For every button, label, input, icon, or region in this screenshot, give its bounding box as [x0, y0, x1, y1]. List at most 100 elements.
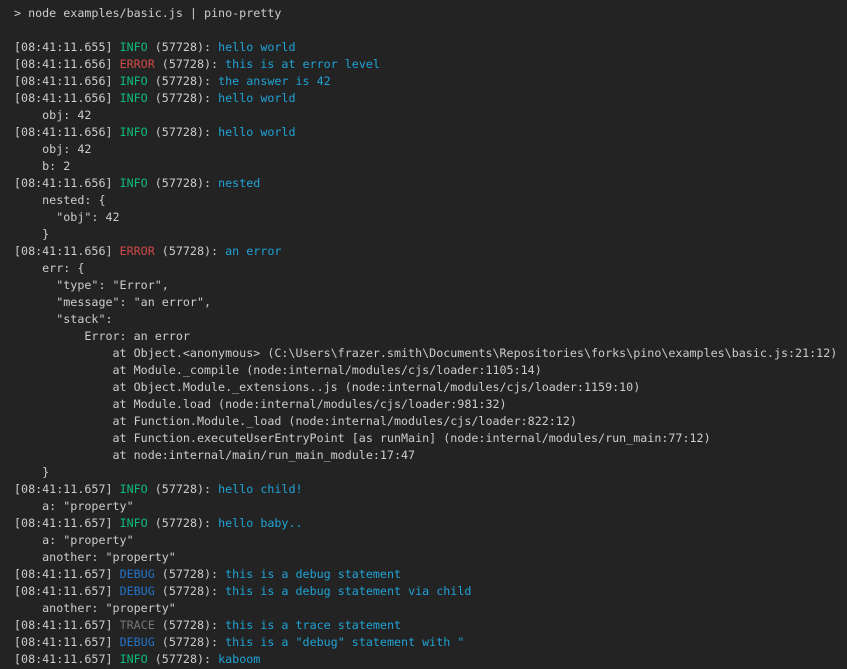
- log-line: [08:41:11.656] INFO (57728): hello world: [14, 124, 847, 141]
- log-line: at Object.<anonymous> (C:\Users\frazer.s…: [14, 345, 847, 362]
- log-line: at Object.Module._extensions..js (node:i…: [14, 379, 847, 396]
- log-line: [08:41:11.657] TRACE (57728): this is a …: [14, 617, 847, 634]
- log-line: [08:41:11.657] INFO (57728): kaboom: [14, 651, 847, 668]
- log-line: a: "property": [14, 498, 847, 515]
- log-line: at Function.executeUserEntryPoint [as ru…: [14, 430, 847, 447]
- log-line: [08:41:11.656] INFO (57728): the answer …: [14, 73, 847, 90]
- stack-line: at Object.Module._extensions..js (node:i…: [14, 380, 640, 394]
- log-level: ERROR: [120, 57, 155, 71]
- timestamp: [08:41:11.656]: [14, 125, 120, 139]
- log-level: INFO: [120, 125, 148, 139]
- pid: (57728):: [155, 618, 225, 632]
- message: this is at error level: [225, 57, 380, 71]
- log-property: another: "property": [14, 550, 176, 564]
- stack-line: at Function.executeUserEntryPoint [as ru…: [14, 431, 711, 445]
- timestamp: [08:41:11.657]: [14, 635, 120, 649]
- message: hello baby..: [218, 516, 302, 530]
- log-property: a: "property": [14, 499, 134, 513]
- log-level: INFO: [120, 652, 148, 666]
- pid: (57728):: [155, 635, 225, 649]
- log-property: err: {: [14, 261, 84, 275]
- pid: (57728):: [148, 482, 218, 496]
- pid: (57728):: [155, 57, 225, 71]
- pid: (57728):: [148, 91, 218, 105]
- log-line: }: [14, 464, 847, 481]
- log-property: "obj": 42: [14, 210, 120, 224]
- stack-line: at Function.Module._load (node:internal/…: [14, 414, 577, 428]
- log-line: Error: an error: [14, 328, 847, 345]
- timestamp: [08:41:11.656]: [14, 74, 120, 88]
- log-level: INFO: [120, 176, 148, 190]
- message: this is a "debug" statement with ": [225, 635, 464, 649]
- pid: (57728):: [148, 652, 218, 666]
- pid: (57728):: [148, 125, 218, 139]
- pid: (57728):: [155, 584, 225, 598]
- log-level: INFO: [120, 40, 148, 54]
- log-line: at Function.Module._load (node:internal/…: [14, 413, 847, 430]
- timestamp: [08:41:11.657]: [14, 652, 120, 666]
- log-line: [08:41:11.656] INFO (57728): hello world: [14, 90, 847, 107]
- log-property: obj: 42: [14, 142, 91, 156]
- log-level: INFO: [120, 74, 148, 88]
- stack-line: Error: an error: [14, 329, 190, 343]
- log-property: another: "property": [14, 601, 176, 615]
- timestamp: [08:41:11.657]: [14, 482, 120, 496]
- terminal-output[interactable]: > node examples/basic.js | pino-pretty [0…: [0, 0, 847, 669]
- pid: (57728):: [155, 567, 225, 581]
- log-level: INFO: [120, 516, 148, 530]
- timestamp: [08:41:11.657]: [14, 618, 120, 632]
- timestamp: [08:41:11.656]: [14, 57, 120, 71]
- log-line: "type": "Error",: [14, 277, 847, 294]
- log-level: DEBUG: [120, 567, 155, 581]
- log-line: [08:41:11.657] INFO (57728): hello child…: [14, 481, 847, 498]
- timestamp: [08:41:11.657]: [14, 516, 120, 530]
- log-line: at Module.load (node:internal/modules/cj…: [14, 396, 847, 413]
- log-line: at Module._compile (node:internal/module…: [14, 362, 847, 379]
- command-line: > node examples/basic.js | pino-pretty: [14, 5, 847, 22]
- log-property: a: "property": [14, 533, 134, 547]
- message: nested: [218, 176, 260, 190]
- stack-line: at Module.load (node:internal/modules/cj…: [14, 397, 507, 411]
- message: an error: [225, 244, 281, 258]
- pid: (57728):: [148, 176, 218, 190]
- timestamp: [08:41:11.656]: [14, 91, 120, 105]
- blank-line: [14, 22, 847, 39]
- log-level: INFO: [120, 482, 148, 496]
- log-line: nested: {: [14, 192, 847, 209]
- pid: (57728):: [148, 40, 218, 54]
- log-line: }: [14, 226, 847, 243]
- timestamp: [08:41:11.657]: [14, 584, 120, 598]
- message: this is a debug statement via child: [225, 584, 471, 598]
- message: the answer is 42: [218, 74, 331, 88]
- timestamp: [08:41:11.656]: [14, 176, 120, 190]
- stack-line: at node:internal/main/run_main_module:17…: [14, 448, 415, 462]
- stack-line: at Module._compile (node:internal/module…: [14, 363, 542, 377]
- log-line: [08:41:11.657] DEBUG (57728): this is a …: [14, 566, 847, 583]
- message: this is a trace statement: [225, 618, 401, 632]
- log-line: [08:41:11.656] INFO (57728): nested: [14, 175, 847, 192]
- log-line: [08:41:11.656] ERROR (57728): this is at…: [14, 56, 847, 73]
- log-property: obj: 42: [14, 108, 91, 122]
- message: hello world: [218, 91, 295, 105]
- log-line: another: "property": [14, 549, 847, 566]
- log-line: [08:41:11.656] ERROR (57728): an error: [14, 243, 847, 260]
- log-level: TRACE: [120, 618, 155, 632]
- log-level: INFO: [120, 91, 148, 105]
- log-line: b: 2: [14, 158, 847, 175]
- log-level: DEBUG: [120, 635, 155, 649]
- log-level: ERROR: [120, 244, 155, 258]
- log-property: nested: {: [14, 193, 105, 207]
- timestamp: [08:41:11.655]: [14, 40, 120, 54]
- pid: (57728):: [148, 74, 218, 88]
- log-line: obj: 42: [14, 107, 847, 124]
- log-line: [08:41:11.655] INFO (57728): hello world: [14, 39, 847, 56]
- pid: (57728):: [155, 244, 225, 258]
- log-line: err: {: [14, 260, 847, 277]
- log-property: "message": "an error",: [14, 295, 211, 309]
- message: hello world: [218, 40, 295, 54]
- log-line: another: "property": [14, 600, 847, 617]
- log-line: [08:41:11.657] DEBUG (57728): this is a …: [14, 634, 847, 651]
- log-line: [08:41:11.657] DEBUG (57728): this is a …: [14, 583, 847, 600]
- log-level: DEBUG: [120, 584, 155, 598]
- log-line: at node:internal/main/run_main_module:17…: [14, 447, 847, 464]
